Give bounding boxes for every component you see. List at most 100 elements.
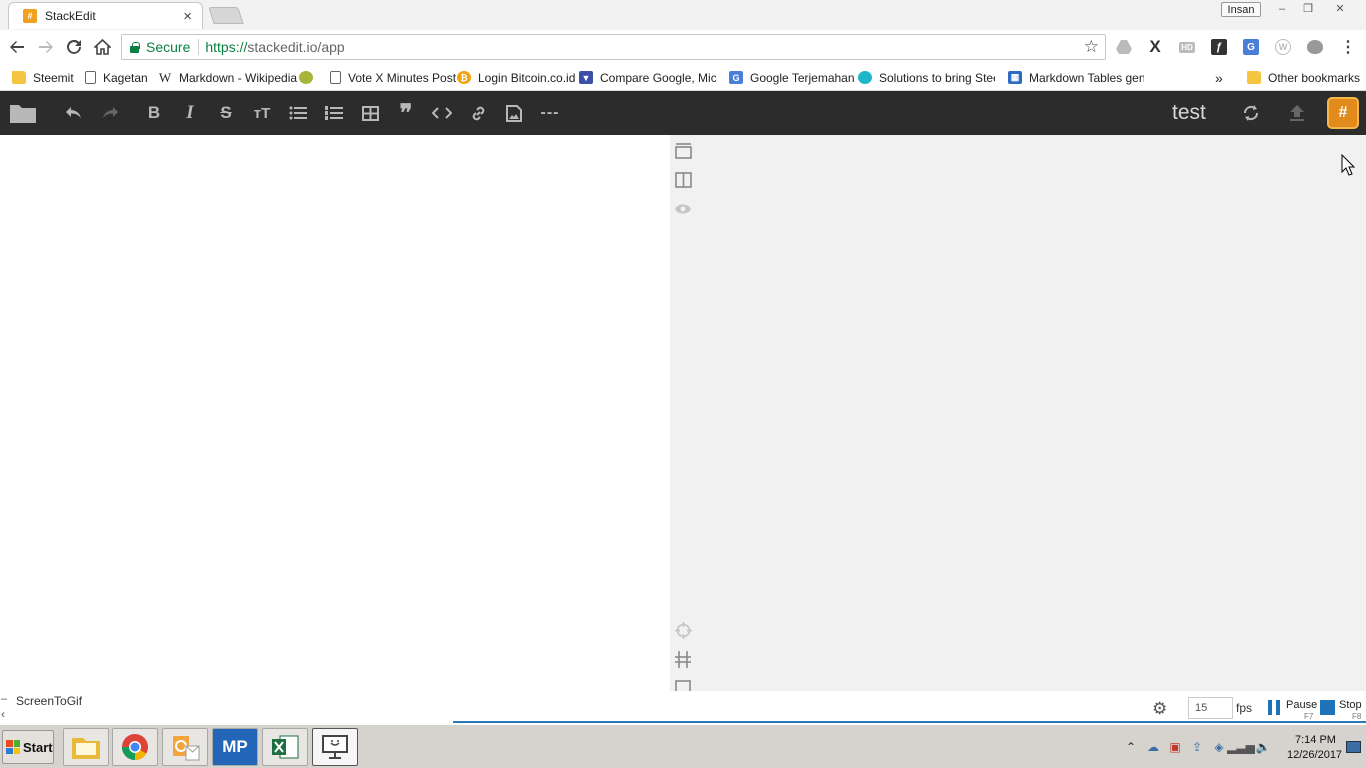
close-window-button[interactable]: ✕: [1326, 0, 1354, 17]
network-icon[interactable]: ▂▃▅: [1227, 736, 1255, 758]
stop-label: Stop: [1339, 699, 1362, 711]
minimize-window-button[interactable]: –: [1268, 0, 1296, 17]
taskbar-remote-desktop[interactable]: [312, 728, 358, 766]
back-chevron-icon[interactable]: ‹: [1, 707, 5, 721]
horizontal-rule-icon: ---: [540, 104, 560, 121]
bookmark-markdown-tables[interactable]: ▦ Markdown Tables gener: [1008, 68, 1144, 87]
mouse-cursor-icon: [1341, 154, 1355, 176]
browser-tab-stackedit[interactable]: # StackEdit ×: [8, 2, 203, 29]
gear-icon[interactable]: ⚙: [1152, 699, 1167, 719]
folder-icon: [12, 71, 26, 84]
wordpress-extension-icon[interactable]: W: [1274, 38, 1292, 56]
strikethrough-button[interactable]: S: [213, 100, 239, 126]
bookmark-label: Solutions to bring Steem: [879, 70, 995, 85]
google-drive-extension-icon[interactable]: [1115, 38, 1133, 56]
table-icon: ▦: [1008, 71, 1022, 84]
bookmark-site[interactable]: [299, 68, 320, 87]
x-extension-icon[interactable]: X: [1146, 37, 1164, 56]
sync-button[interactable]: [1238, 100, 1264, 126]
show-desktop-icon[interactable]: [1346, 741, 1361, 753]
bold-button[interactable]: B: [141, 100, 167, 126]
hd-extension-icon[interactable]: HD: [1178, 38, 1196, 56]
focus-preview-button[interactable]: [673, 199, 693, 219]
bookmark-steemit[interactable]: Steemit: [12, 68, 74, 87]
undo-icon: [66, 107, 81, 119]
reload-icon: [67, 39, 81, 54]
volume-icon[interactable]: 🔈: [1252, 736, 1274, 758]
onedrive-icon[interactable]: ☁: [1142, 736, 1164, 758]
cloud-upload-icon[interactable]: ⇪: [1186, 736, 1208, 758]
redo-button[interactable]: [97, 100, 123, 126]
bookmark-solutions-steem[interactable]: Solutions to bring Steem: [858, 68, 995, 87]
quote-button[interactable]: ❞: [393, 100, 419, 127]
bookmark-label: Login Bitcoin.co.id: [478, 70, 576, 85]
taskbar-chrome[interactable]: [112, 728, 158, 766]
bookmark-markdown-wikipedia[interactable]: W Markdown - Wikipedia: [158, 68, 297, 87]
table-button[interactable]: [357, 100, 383, 126]
clock-date[interactable]: 12/26/2017: [1287, 749, 1342, 761]
unordered-list-button[interactable]: [285, 100, 311, 126]
pocket-extension-icon[interactable]: [1306, 38, 1324, 56]
horizontal-rule-button[interactable]: ---: [537, 100, 563, 126]
toggle-side-preview-button[interactable]: [673, 170, 693, 190]
publish-button[interactable]: [1284, 100, 1310, 126]
back-button[interactable]: [6, 36, 28, 58]
profile-button[interactable]: Insan: [1221, 2, 1261, 17]
url-scheme: https://: [205, 39, 248, 55]
bookmark-star-icon[interactable]: ☆: [1084, 37, 1099, 57]
scroll-sync-button[interactable]: [673, 620, 693, 640]
taskbar-mp[interactable]: MP: [212, 728, 258, 766]
new-tab-button[interactable]: [208, 7, 244, 24]
home-icon: [93, 39, 111, 55]
stackedit-menu-button[interactable]: #: [1327, 97, 1359, 129]
bookmark-kagetan[interactable]: Kagetan: [85, 68, 148, 87]
link-button[interactable]: [465, 100, 491, 126]
show-hidden-icons-icon[interactable]: ⌃: [1120, 736, 1142, 758]
markdown-editor[interactable]: [0, 135, 670, 691]
restore-window-button[interactable]: ❐: [1294, 0, 1322, 17]
toggle-statusbar-button[interactable]: [673, 649, 693, 669]
start-button[interactable]: Start: [2, 730, 54, 764]
close-tab-icon[interactable]: ×: [183, 9, 192, 24]
bookmark-label: Markdown - Wikipedia: [179, 70, 298, 85]
document-title[interactable]: test: [1172, 101, 1206, 125]
mp-label: MP: [222, 737, 248, 756]
italic-button[interactable]: I: [177, 100, 203, 126]
address-bar[interactable]: Secure https:// stackedit.io/app ☆: [121, 34, 1106, 60]
code-icon: [432, 107, 452, 119]
toggle-editor-button[interactable]: [673, 677, 693, 691]
google-translate-extension-icon[interactable]: G: [1242, 38, 1260, 56]
ordered-list-button[interactable]: [321, 100, 347, 126]
toggle-navbar-button[interactable]: [673, 141, 693, 161]
link-icon: [472, 106, 484, 120]
taskbar-excel[interactable]: [262, 728, 308, 766]
undo-button[interactable]: [61, 100, 87, 126]
network-share-icon[interactable]: ▣: [1164, 736, 1186, 758]
other-bookmarks[interactable]: Other bookmarks: [1247, 68, 1360, 87]
sync-icon: [1243, 105, 1259, 121]
bookmark-vote-x-minutes[interactable]: Vote X Minutes Post: [330, 68, 456, 87]
image-button[interactable]: [501, 100, 527, 126]
reload-button[interactable]: [63, 36, 85, 58]
home-button[interactable]: [91, 36, 113, 58]
bookmark-login-bitcoin[interactable]: ₿ Login Bitcoin.co.id: [457, 68, 575, 87]
forward-button[interactable]: [35, 36, 57, 58]
code-button[interactable]: [429, 100, 455, 126]
taskbar-outlook[interactable]: [162, 728, 208, 766]
bookmarks-overflow-button[interactable]: »: [1215, 68, 1223, 87]
browser-toolbar: Secure https:// stackedit.io/app ☆ X HD …: [0, 30, 1366, 64]
stop-icon: [1320, 700, 1335, 715]
minimize-recorder-icon[interactable]: –: [1, 693, 7, 705]
bold-icon: B: [147, 103, 161, 122]
bookmark-compare-google[interactable]: ▼ Compare Google, Micros: [579, 68, 716, 87]
heading-button[interactable]: тT: [249, 100, 275, 126]
explorer-button[interactable]: [8, 100, 38, 126]
taskbar-file-explorer[interactable]: [63, 728, 109, 766]
flash-extension-icon[interactable]: ƒ: [1210, 38, 1228, 56]
chrome-menu-icon[interactable]: ⋮: [1339, 38, 1357, 56]
bookmark-google-terjemahan[interactable]: G Google Terjemahan: [729, 68, 855, 87]
fps-input[interactable]: 15: [1188, 697, 1233, 719]
clock-time[interactable]: 7:14 PM: [1295, 734, 1336, 746]
stackedit-navbar: B I S тT ❞ --- test #: [0, 91, 1366, 135]
expand-icon: [675, 650, 691, 668]
